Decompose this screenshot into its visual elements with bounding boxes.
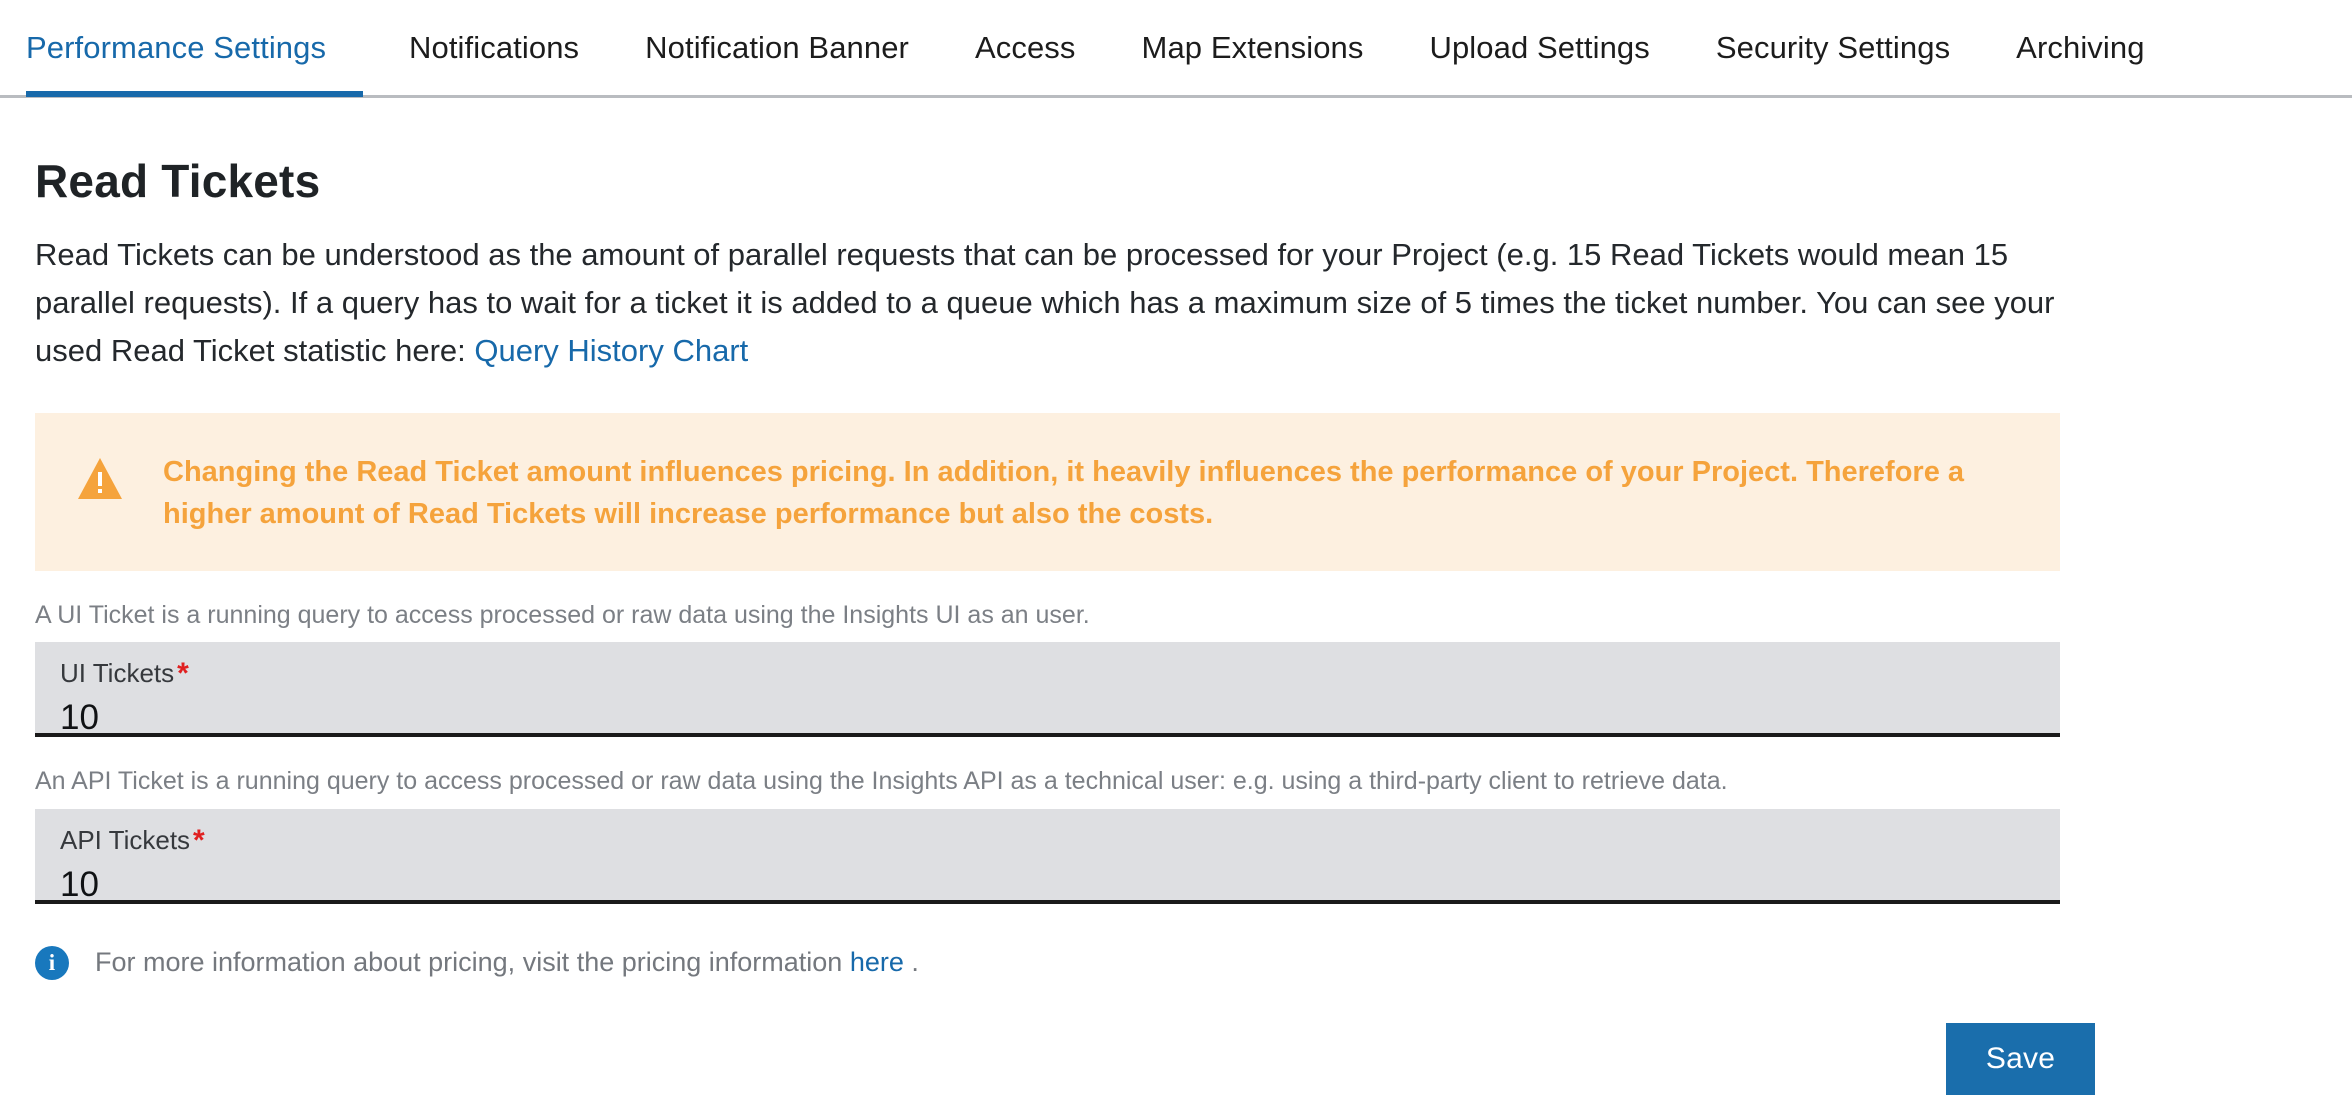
form-actions: Save (35, 1023, 2095, 1095)
tab-upload-settings[interactable]: Upload Settings (1429, 0, 1682, 97)
pricing-info-prefix: For more information about pricing, visi… (95, 947, 850, 977)
pricing-warning-banner: Changing the Read Ticket amount influenc… (35, 413, 2060, 571)
tab-notifications[interactable]: Notifications (409, 0, 612, 97)
tab-label: Map Extensions (1142, 32, 1364, 63)
pricing-info-suffix: . (904, 947, 919, 977)
tab-label: Performance Settings (26, 32, 326, 63)
query-history-chart-link[interactable]: Query History Chart (474, 333, 748, 368)
ui-tickets-input[interactable]: UI Tickets* 10 (35, 642, 2060, 737)
save-button[interactable]: Save (1946, 1023, 2095, 1095)
tab-performance-settings[interactable]: Performance Settings (26, 0, 363, 97)
pricing-info-row: i For more information about pricing, vi… (35, 946, 2352, 980)
tab-access[interactable]: Access (975, 0, 1109, 97)
pricing-info-text: For more information about pricing, visi… (95, 947, 919, 978)
tab-label: Upload Settings (1429, 32, 1649, 63)
settings-content: Read Tickets Read Tickets can be underst… (0, 156, 2352, 1095)
ui-tickets-field-block: A UI Ticket is a running query to access… (35, 599, 2352, 738)
api-tickets-label-text: API Tickets (60, 825, 190, 855)
page-description-text: Read Tickets can be understood as the am… (35, 237, 2055, 368)
ui-tickets-value: 10 (60, 700, 2060, 735)
settings-tab-bar: Performance Settings Notifications Notif… (0, 0, 2352, 98)
api-tickets-value: 10 (60, 867, 2060, 902)
required-asterisk: * (193, 824, 205, 857)
warning-message: Changing the Read Ticket amount influenc… (163, 449, 2030, 535)
tab-label: Security Settings (1716, 32, 1950, 63)
ui-tickets-label: UI Tickets* (60, 659, 2060, 689)
api-tickets-label: API Tickets* (60, 826, 2060, 856)
tab-notification-banner[interactable]: Notification Banner (645, 0, 942, 97)
api-tickets-input[interactable]: API Tickets* 10 (35, 809, 2060, 904)
tab-archiving[interactable]: Archiving (2016, 0, 2144, 97)
tab-label: Access (975, 32, 1076, 63)
api-tickets-field-block: An API Ticket is a running query to acce… (35, 765, 2352, 904)
info-circle-icon: i (35, 946, 69, 980)
page-title: Read Tickets (35, 156, 2352, 207)
tab-label: Notifications (409, 32, 579, 63)
tab-map-extensions[interactable]: Map Extensions (1142, 0, 1397, 97)
warning-triangle-icon (77, 457, 123, 501)
required-asterisk: * (177, 657, 189, 690)
pricing-here-link[interactable]: here (850, 947, 904, 977)
tab-security-settings[interactable]: Security Settings (1716, 0, 1983, 97)
api-tickets-help-text: An API Ticket is a running query to acce… (35, 765, 2352, 798)
ui-tickets-help-text: A UI Ticket is a running query to access… (35, 599, 2352, 632)
tab-label: Notification Banner (645, 32, 909, 63)
tab-label: Archiving (2016, 32, 2144, 63)
ui-tickets-label-text: UI Tickets (60, 658, 174, 688)
page-description: Read Tickets can be understood as the am… (35, 231, 2055, 375)
